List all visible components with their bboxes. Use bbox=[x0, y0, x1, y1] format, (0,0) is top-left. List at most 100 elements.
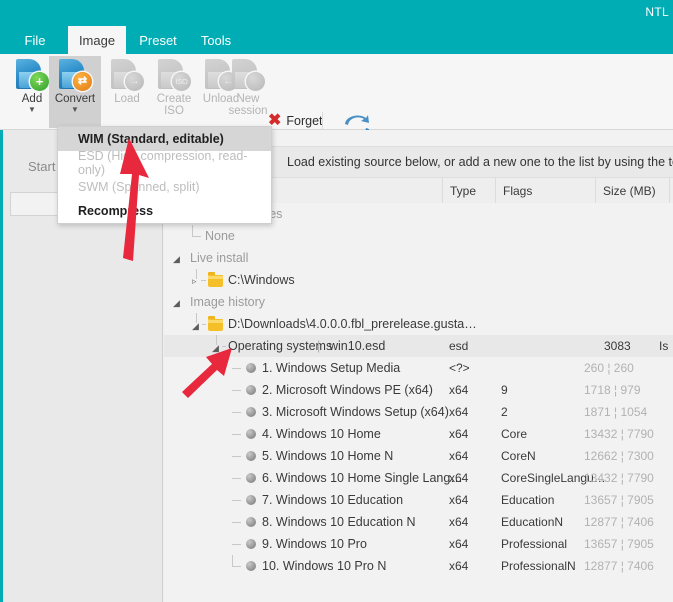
tree-row-image-history[interactable]: Image history bbox=[164, 291, 673, 313]
list-item[interactable]: 10. Windows 10 Pro N x64 ProfessionalN 1… bbox=[164, 555, 673, 577]
menu-item-esd[interactable]: ESD (High compression, read-only) bbox=[58, 149, 271, 177]
edition-size: 260 ¦ 260 bbox=[584, 361, 634, 375]
tree-guide bbox=[232, 368, 241, 369]
edition-type: x64 bbox=[449, 471, 469, 485]
ribbon-button-convert[interactable]: ⇄ Convert ▼ bbox=[49, 56, 101, 128]
tree-guide bbox=[202, 324, 206, 325]
edition-name: 2. Microsoft Windows PE (x64) bbox=[262, 383, 433, 397]
ribbon-button-new-session[interactable]: New session bbox=[222, 56, 274, 128]
edition-bullet-icon bbox=[246, 363, 256, 373]
tree-label: Live install bbox=[190, 251, 249, 265]
tab-image[interactable]: Image bbox=[68, 26, 126, 54]
tree-row-c-windows[interactable]: C:\Windows bbox=[164, 269, 673, 291]
tree-row-live-install[interactable]: Live install bbox=[164, 247, 673, 269]
edition-type: x64 bbox=[449, 449, 469, 463]
edition-name: 10. Windows 10 Pro N bbox=[262, 559, 387, 573]
tree-row-operating-systems[interactable]: Operating systems | win10.esd esd 3083 I… bbox=[164, 335, 673, 357]
ribbon-tab-strip: File Image Preset Tools bbox=[0, 26, 673, 54]
tree-guide bbox=[201, 280, 206, 281]
list-item[interactable]: 8. Windows 10 Education N x64 EducationN… bbox=[164, 511, 673, 533]
edition-size: 12877 ¦ 7406 bbox=[584, 515, 654, 529]
tab-preset[interactable]: Preset bbox=[132, 26, 184, 54]
list-item[interactable]: 2. Microsoft Windows PE (x64) x64 9 1718… bbox=[164, 379, 673, 401]
tree-label: D:\Downloads\4.0.0.0.fbl_prerelease.gust… bbox=[228, 317, 477, 331]
tree-cell-size: 3083 bbox=[604, 339, 631, 353]
list-item[interactable]: 9. Windows 10 Pro x64 Professional 13657… bbox=[164, 533, 673, 555]
edition-name: 4. Windows 10 Home bbox=[262, 427, 381, 441]
tab-tools[interactable]: Tools bbox=[192, 26, 240, 54]
list-item[interactable]: 7. Windows 10 Education x64 Education 13… bbox=[164, 489, 673, 511]
tree-label: C:\Windows bbox=[228, 273, 295, 287]
folder-icon bbox=[208, 316, 223, 331]
edition-bullet-icon bbox=[246, 429, 256, 439]
ribbon-button-new-session-label: New session bbox=[228, 93, 268, 117]
ribbon-button-forget[interactable]: ✖ Forget bbox=[268, 113, 323, 129]
ribbon-button-load-label: Load bbox=[114, 93, 140, 105]
tree-guide bbox=[232, 456, 241, 457]
edition-size: 13657 ¦ 7905 bbox=[584, 537, 654, 551]
tree-guide bbox=[232, 522, 241, 523]
column-header-source[interactable]: S bbox=[669, 178, 673, 203]
menu-item-recompress[interactable]: Recompress bbox=[58, 199, 271, 223]
add-dropdown-caret-icon[interactable]: ▼ bbox=[28, 106, 36, 114]
load-image-icon: → bbox=[110, 59, 144, 91]
edition-name: 9. Windows 10 Pro bbox=[262, 537, 367, 551]
edition-bullet-icon bbox=[246, 385, 256, 395]
convert-image-icon: ⇄ bbox=[58, 59, 92, 91]
edition-name: 6. Windows 10 Home Single Lang… bbox=[262, 471, 463, 485]
edition-flags: CoreN bbox=[501, 449, 536, 463]
tree-cell-type: esd bbox=[449, 339, 469, 353]
list-item[interactable]: 3. Microsoft Windows Setup (x64) x64 2 1… bbox=[164, 401, 673, 423]
chevron-down-icon[interactable] bbox=[173, 298, 180, 309]
list-item[interactable]: 6. Windows 10 Home Single Lang… x64 Core… bbox=[164, 467, 673, 489]
edition-size: 1718 ¦ 979 bbox=[584, 383, 641, 397]
chevron-down-icon[interactable] bbox=[173, 254, 180, 265]
window-title: NTL bbox=[645, 5, 669, 19]
edition-name: 7. Windows 10 Education bbox=[262, 493, 404, 507]
chevron-down-icon[interactable] bbox=[192, 321, 199, 332]
ribbon-button-create-iso-label: Create ISO bbox=[156, 93, 192, 117]
list-item[interactable]: 5. Windows 10 Home N x64 CoreN 12662 ¦ 7… bbox=[164, 445, 673, 467]
edition-flags: Education bbox=[501, 493, 555, 507]
application-window: NTL File Image Preset Tools + Add ▼ ⇄ Co… bbox=[0, 0, 673, 602]
edition-type: x64 bbox=[449, 383, 469, 397]
edition-name: 5. Windows 10 Home N bbox=[262, 449, 394, 463]
edition-type: x64 bbox=[449, 493, 469, 507]
tree-label-file: win10.esd bbox=[329, 339, 386, 353]
edition-size: 13657 ¦ 7905 bbox=[584, 493, 654, 507]
tree-cell-source: Is bbox=[659, 339, 669, 353]
create-iso-icon: ISO bbox=[157, 59, 191, 91]
convert-dropdown-caret-icon[interactable]: ▼ bbox=[71, 106, 79, 114]
column-header-type[interactable]: Type bbox=[442, 178, 495, 203]
tree-guide bbox=[232, 390, 241, 391]
edition-type: x64 bbox=[449, 427, 469, 441]
tree-row-none: None bbox=[164, 225, 673, 247]
new-session-icon bbox=[231, 59, 265, 91]
edition-type: x64 bbox=[449, 515, 469, 529]
edition-type: x64 bbox=[449, 559, 469, 573]
tree-guide bbox=[232, 566, 241, 567]
tree-row-downloads-folder[interactable]: D:\Downloads\4.0.0.0.fbl_prerelease.gust… bbox=[164, 313, 673, 335]
edition-size: 13432 ¦ 7790 bbox=[584, 471, 654, 485]
edition-name: 3. Microsoft Windows Setup (x64) bbox=[262, 405, 449, 419]
edition-bullet-icon bbox=[246, 561, 256, 571]
tab-file[interactable]: File bbox=[14, 26, 56, 54]
ribbon-button-load[interactable]: → Load bbox=[101, 56, 153, 128]
edition-type: x64 bbox=[449, 405, 469, 419]
column-header-flags[interactable]: Flags bbox=[495, 178, 595, 203]
list-item[interactable]: 1. Windows Setup Media <?> 260 ¦ 260 bbox=[164, 357, 673, 379]
menu-item-wim[interactable]: WIM (Standard, editable) bbox=[58, 127, 271, 151]
column-header-size[interactable]: Size (MB) bbox=[595, 178, 669, 203]
chevron-right-icon[interactable] bbox=[192, 276, 197, 287]
menu-item-swm[interactable]: SWM (Spanned, split) bbox=[58, 175, 271, 199]
tree-guide bbox=[232, 434, 241, 435]
source-tree: Mounted images None Live install C:\Wind… bbox=[164, 203, 673, 602]
rail-accent-bar bbox=[0, 130, 3, 602]
list-item[interactable]: 4. Windows 10 Home x64 Core 13432 ¦ 7790 bbox=[164, 423, 673, 445]
ribbon-button-create-iso[interactable]: ISO Create ISO bbox=[148, 56, 200, 128]
tree-label: None bbox=[205, 229, 235, 243]
ribbon-toolbar: + Add ▼ ⇄ Convert ▼ → Load ISO Create IS… bbox=[0, 54, 673, 172]
chevron-down-icon[interactable] bbox=[212, 343, 219, 354]
tree-guide bbox=[232, 412, 241, 413]
edition-flags: Core bbox=[501, 427, 528, 441]
